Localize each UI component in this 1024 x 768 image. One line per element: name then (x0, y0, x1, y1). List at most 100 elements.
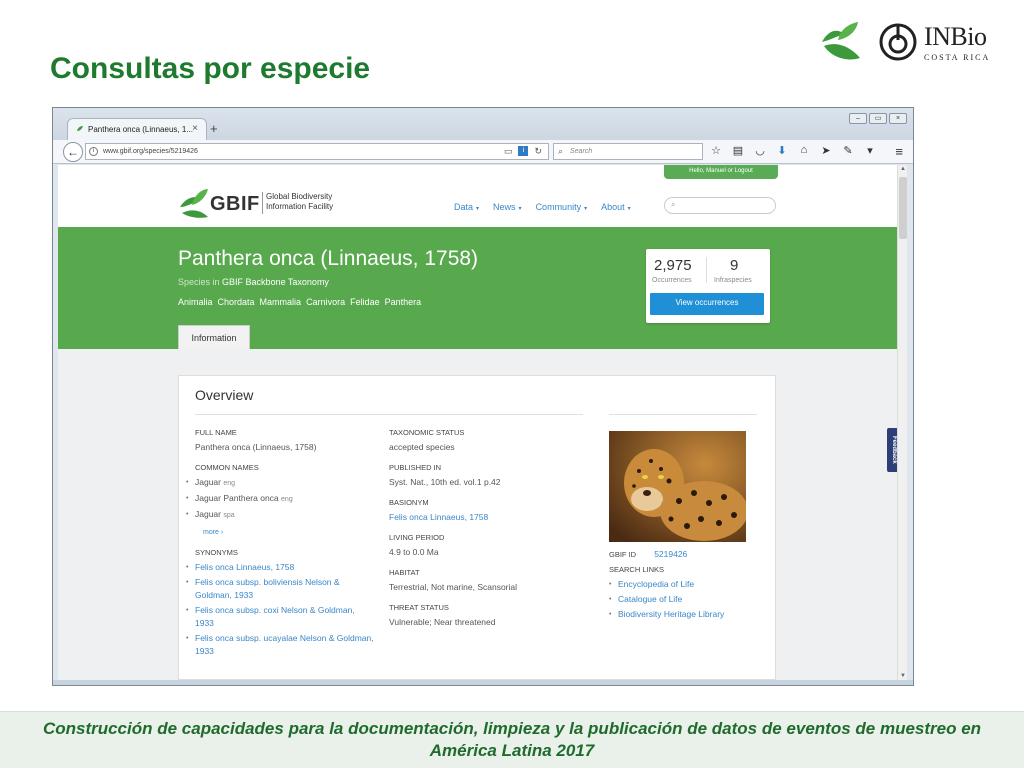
download-icon[interactable]: ⬇ (775, 144, 789, 157)
hamburger-menu-icon[interactable]: ≡ (895, 144, 903, 159)
gbif-header: Hello, Manuel or Logout GBIF Global Biod… (58, 165, 898, 227)
living-period-label: LIVING PERIOD (389, 533, 445, 542)
overview-column-3: GBIF ID 5219426 SEARCH LINKS Encyclopedi… (609, 548, 769, 621)
tab-bar: Panthera onca (Linnaeus, 1... × + – ▭ × (53, 108, 913, 140)
tab-label: Panthera onca (Linnaeus, 1... (88, 125, 193, 134)
scroll-up-icon[interactable]: ▲ (900, 166, 906, 172)
gbif-favicon-icon (77, 126, 83, 131)
login-tab[interactable]: Hello, Manuel or Logout (664, 165, 778, 179)
taxon-phylum[interactable]: Chordata (218, 297, 255, 307)
reload-icon[interactable]: ↻ (534, 146, 542, 157)
page-scrollbar[interactable]: ▲ ▼ (897, 165, 907, 680)
leaf-logo-icon (822, 22, 860, 60)
inbio-subtitle: COSTA RICA (924, 53, 991, 62)
divider (195, 414, 583, 415)
divider (609, 414, 757, 415)
common-names-label: COMMON NAMES (195, 463, 259, 472)
synonym-link[interactable]: Felis onca Linnaeus, 1758 (186, 561, 375, 574)
addon-dropdown-icon[interactable]: ▾ (863, 144, 877, 157)
search-link-col[interactable]: Catalogue of Life (609, 593, 769, 606)
gbif-fullname: Global Biodiversity Information Facility (266, 192, 334, 211)
species-hero: Panthera onca (Linnaeus, 1758) Species i… (58, 227, 898, 349)
overview-title: Overview (195, 387, 254, 403)
stats-box: 2,975 Occurrences 9 Infraspecies View oc… (646, 249, 770, 323)
gbif-id-link[interactable]: 5219426 (654, 549, 687, 559)
browser-search-bar[interactable]: ⌕ Search (553, 143, 703, 160)
identity-badge-icon[interactable]: i (518, 146, 529, 156)
slide-title: Consultas por especie (50, 52, 371, 85)
nav-news[interactable]: News ▾ (493, 202, 522, 212)
browser-toolbar: ← i www.gbif.org/species/5219426 ▭ i ↻ ⌕… (53, 140, 913, 164)
overview-column-2: TAXONOMIC STATUS accepted species PUBLIS… (389, 426, 589, 629)
nav-about[interactable]: About ▾ (601, 202, 631, 212)
back-arrow-icon[interactable]: ← (63, 142, 83, 162)
basionym-label: BASIONYM (389, 498, 429, 507)
search-link-bhl[interactable]: Biodiversity Heritage Library (609, 608, 769, 621)
tab-information[interactable]: Information (178, 325, 250, 349)
taxon-kingdom[interactable]: Animalia (178, 297, 213, 307)
scroll-down-icon[interactable]: ▼ (900, 673, 906, 679)
taskbar-strip (53, 680, 913, 685)
reader-view-icon[interactable]: ▭ (504, 146, 513, 157)
taxon-order[interactable]: Carnivora (306, 297, 345, 307)
habitat-label: HABITAT (389, 568, 420, 577)
pocket-icon[interactable]: ◡ (753, 144, 767, 157)
nav-data[interactable]: Data ▾ (454, 202, 479, 212)
gbif-wordmark: GBIF (210, 193, 260, 215)
home-icon[interactable]: ⌂ (797, 144, 811, 157)
send-icon[interactable]: ➤ (819, 144, 833, 157)
synonym-link[interactable]: Felis onca subsp. ucayalae Nelson & Gold… (186, 632, 375, 658)
scroll-thumb[interactable] (899, 177, 907, 239)
jaguar-photo[interactable] (609, 431, 746, 542)
taxonomic-status-label: TAXONOMIC STATUS (389, 428, 465, 437)
url-text: www.gbif.org/species/5219426 (103, 148, 198, 155)
tab-close-icon[interactable]: × (192, 123, 198, 134)
gbif-leaf-icon (180, 189, 208, 218)
published-in-label: PUBLISHED IN (389, 463, 442, 472)
close-window-button[interactable]: × (889, 113, 907, 124)
taxon-class[interactable]: Mammalia (260, 297, 302, 307)
inbio-name: INBio (924, 22, 987, 51)
basionym-link[interactable]: Felis onca Linnaeus, 1758 (389, 511, 589, 524)
more-link[interactable]: more › (203, 526, 375, 539)
chevron-down-icon: ▾ (627, 206, 631, 212)
threat-status-label: THREAT STATUS (389, 603, 449, 612)
clipboard-icon[interactable]: ▤ (731, 144, 745, 157)
occurrences-label: Occurrences (652, 277, 692, 284)
infraspecies-label: Infraspecies (714, 277, 752, 284)
overview-column-1: FULL NAME Panthera onca (Linnaeus, 1758)… (186, 426, 375, 658)
chevron-down-icon: ▾ (584, 206, 588, 212)
taxonomy-breadcrumb: Animalia Chordata Mammalia Carnivora Fel… (178, 297, 421, 307)
address-bar[interactable]: i www.gbif.org/species/5219426 ▭ i ↻ (85, 143, 549, 160)
full-name-label: FULL NAME (195, 428, 237, 437)
logo-divider (262, 192, 263, 214)
nav-community[interactable]: Community ▾ (536, 202, 588, 212)
search-link-eol[interactable]: Encyclopedia of Life (609, 578, 769, 591)
addon-icon[interactable]: ✎ (841, 144, 855, 157)
info-icon[interactable]: i (89, 147, 98, 156)
site-search-input[interactable]: ⌕ (664, 197, 776, 214)
synonym-link[interactable]: Felis onca subsp. boliviensis Nelson & G… (186, 576, 375, 602)
species-title: Panthera onca (Linnaeus, 1758) (178, 247, 479, 270)
bookmark-star-icon[interactable]: ☆ (709, 144, 723, 157)
gbif-id-row: GBIF ID 5219426 (609, 548, 769, 561)
common-name-item: Jaguar eng (186, 476, 375, 490)
taxon-genus[interactable]: Panthera (385, 297, 422, 307)
new-tab-button[interactable]: + (210, 121, 218, 136)
habitat-value: Terrestrial, Not marine, Scansorial (389, 582, 518, 592)
gbif-page: Hello, Manuel or Logout GBIF Global Biod… (58, 165, 898, 680)
taxon-family[interactable]: Felidae (350, 297, 380, 307)
species-dataset: Species in GBIF Backbone Taxonomy (178, 277, 329, 287)
window-controls: – ▭ × (849, 113, 907, 124)
search-icon: ⌕ (671, 200, 676, 209)
maximize-button[interactable]: ▭ (869, 113, 887, 124)
browser-tab[interactable]: Panthera onca (Linnaeus, 1... × (67, 118, 207, 140)
gbif-id-label: GBIF ID (609, 550, 637, 559)
stat-divider (706, 257, 707, 283)
minimize-button[interactable]: – (849, 113, 867, 124)
synonym-link[interactable]: Felis onca subsp. coxi Nelson & Goldman,… (186, 604, 375, 630)
dataset-link[interactable]: GBIF Backbone Taxonomy (222, 277, 329, 287)
site-nav: Data ▾ News ▾ Community ▾ About ▾ (454, 202, 631, 212)
view-occurrences-button[interactable]: View occurrences (650, 293, 764, 315)
gbif-logo[interactable]: GBIF Global Biodiversity Information Faci… (178, 187, 348, 221)
